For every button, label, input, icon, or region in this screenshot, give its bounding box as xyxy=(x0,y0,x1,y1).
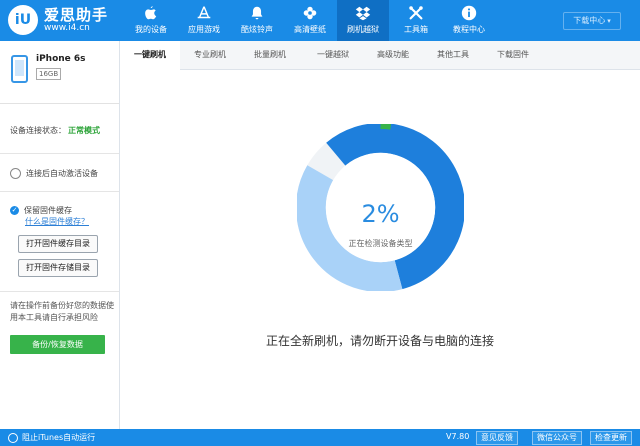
brand-name: 爱思助手 xyxy=(44,6,109,24)
nav-ringtones[interactable]: 酷炫铃声 xyxy=(231,0,283,41)
tab-download-firmware[interactable]: 下载固件 xyxy=(483,41,543,69)
status-value: 正常模式 xyxy=(68,126,100,135)
tab-one-click-jailbreak[interactable]: 一键越狱 xyxy=(303,41,363,69)
flower-icon xyxy=(303,6,317,20)
nav-flash-jailbreak[interactable]: 刷机越狱 xyxy=(337,0,389,41)
device-storage-badge: 16GB xyxy=(36,68,62,80)
backup-warning-text: 请在操作前备份好您的数据使用本工具请自行承担风险 xyxy=(10,301,114,322)
open-storage-dir-button[interactable]: 打开固件存储目录 xyxy=(18,259,98,277)
info-icon xyxy=(461,5,477,21)
app-logo: iU xyxy=(8,5,38,35)
keep-firmware-label: 保留固件缓存 xyxy=(24,206,72,215)
feedback-button[interactable]: 意见反馈 xyxy=(476,431,518,445)
radio-button[interactable] xyxy=(8,432,18,443)
device-name: iPhone 6s xyxy=(36,54,86,64)
progress-status: 正在检测设备类型 xyxy=(348,239,413,248)
bell-icon xyxy=(251,6,263,20)
tab-one-click-flash[interactable]: 一键刷机 xyxy=(120,41,180,71)
nav-wallpapers[interactable]: 高清壁纸 xyxy=(284,0,336,41)
status-label: 设备连接状态： xyxy=(10,126,66,135)
status-bar: 阻止iTunes自动运行 V7.80 意见反馈 微信公众号 检查更新 xyxy=(0,429,640,446)
progress-percent: 2% xyxy=(361,200,400,228)
divider xyxy=(0,291,119,292)
apple-icon xyxy=(145,6,157,20)
nav-toolbox[interactable]: 工具箱 xyxy=(390,0,442,41)
keep-firmware-option[interactable]: ✓ 保留固件缓存 xyxy=(10,205,72,216)
download-center-button[interactable]: 下载中心 ▾ xyxy=(563,12,621,30)
check-icon[interactable]: ✓ xyxy=(10,206,19,215)
check-update-button[interactable]: 检查更新 xyxy=(590,431,632,445)
dropbox-icon xyxy=(355,6,371,21)
tab-pro-flash[interactable]: 专业刷机 xyxy=(180,41,240,69)
nav-label: 应用游戏 xyxy=(188,25,220,34)
nav-label: 高清壁纸 xyxy=(294,25,326,34)
brand-url: www.i4.cn xyxy=(44,23,90,33)
app-store-icon xyxy=(197,6,211,19)
auto-activate-option[interactable]: 连接后自动激活设备 xyxy=(10,168,98,179)
nav-label: 我的设备 xyxy=(135,25,167,34)
nav-my-device[interactable]: 我的设备 xyxy=(125,0,177,41)
main-nav: 我的设备 应用游戏 酷炫铃声 高清壁纸 刷机越狱 工具箱 教程中心 xyxy=(125,0,496,41)
auto-activate-label: 连接后自动激活设备 xyxy=(26,169,98,178)
download-center-label: 下载中心 xyxy=(573,16,606,25)
radio-button[interactable] xyxy=(10,168,21,179)
flash-panel: 2% 正在检测设备类型 正在全新刷机，请勿断开设备与电脑的连接 xyxy=(120,70,640,429)
itunes-toggle[interactable]: 阻止iTunes自动运行 xyxy=(8,432,95,443)
tab-other-tools[interactable]: 其他工具 xyxy=(423,41,483,69)
divider xyxy=(0,153,119,154)
nav-label: 工具箱 xyxy=(404,25,428,34)
divider xyxy=(0,191,119,192)
open-cache-dir-button[interactable]: 打开固件缓存目录 xyxy=(18,235,98,253)
ring-progress-marker xyxy=(380,124,392,130)
iphone-icon xyxy=(11,55,28,83)
device-card: iPhone 6s 16GB xyxy=(0,41,119,104)
top-header: iU 爱思助手 www.i4.cn 我的设备 应用游戏 酷炫铃声 高清壁纸 刷机… xyxy=(0,0,640,41)
tab-advanced[interactable]: 高级功能 xyxy=(363,41,423,69)
tools-icon xyxy=(409,6,423,20)
chevron-down-icon: ▾ xyxy=(607,17,611,25)
nav-tutorials[interactable]: 教程中心 xyxy=(443,0,495,41)
version-label: V7.80 xyxy=(446,432,470,441)
nav-label: 教程中心 xyxy=(453,25,485,34)
itunes-toggle-label: 阻止iTunes自动运行 xyxy=(22,433,96,442)
flash-message: 正在全新刷机，请勿断开设备与电脑的连接 xyxy=(265,334,494,348)
tab-batch-flash[interactable]: 批量刷机 xyxy=(240,41,300,69)
tab-bar: 一键刷机 专业刷机 批量刷机 一键越狱 高级功能 其他工具 下载固件 xyxy=(120,41,640,71)
nav-label: 酷炫铃声 xyxy=(241,25,273,34)
connection-status: 设备连接状态： 正常模式 xyxy=(10,125,100,136)
wechat-button[interactable]: 微信公众号 xyxy=(532,431,582,445)
nav-label: 刷机越狱 xyxy=(347,25,379,34)
backup-restore-button[interactable]: 备份/恢复数据 xyxy=(10,335,105,354)
sidebar: iPhone 6s 16GB 设备连接状态： 正常模式 连接后自动激活设备 ✓ 保… xyxy=(0,41,120,429)
firmware-cache-help-link[interactable]: 什么是固件缓存？ xyxy=(25,216,89,227)
nav-apps-games[interactable]: 应用游戏 xyxy=(178,0,230,41)
